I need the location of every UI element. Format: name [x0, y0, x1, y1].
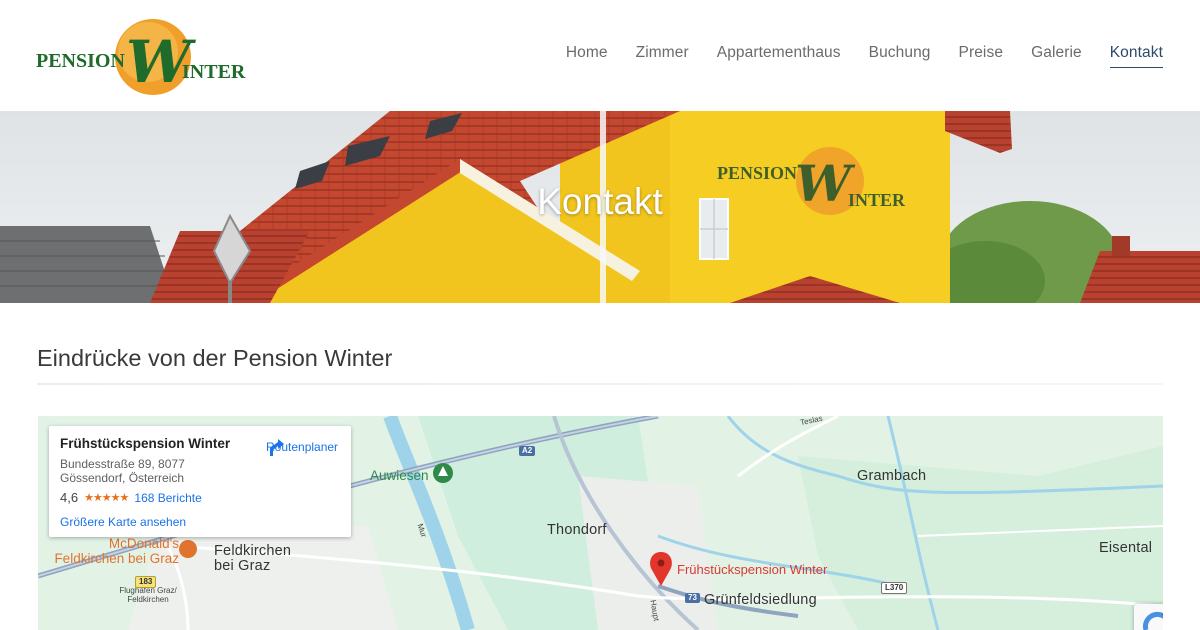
nav-kontakt[interactable]: Kontakt [1109, 44, 1163, 68]
svg-text:PENSION: PENSION [717, 163, 797, 183]
road-badge-l370: L370 [881, 582, 908, 594]
recaptcha-icon [1142, 611, 1163, 630]
nav-preise[interactable]: Preise [959, 44, 1004, 68]
larger-map-link[interactable]: Größere Karte ansehen [60, 515, 186, 529]
map-label-thondorf: Thondorf [547, 522, 607, 538]
logo-graphic: PENSION W INTER [36, 19, 246, 96]
road-badge-73: 73 [685, 593, 700, 603]
main-navigation: Home Zimmer Appartementhaus Buchung Prei… [566, 44, 1163, 68]
map-label-flughafen: Flughafen Graz/ Feldkirchen [119, 586, 177, 604]
map-label-auwiesen: Auwiesen [370, 468, 429, 483]
map-label-gruenfeldsiedlung: Grünfeldsiedlung [704, 592, 817, 608]
nav-buchung[interactable]: Buchung [869, 44, 931, 68]
map-info-card: Frühstückspension Winter Bundesstraße 89… [49, 426, 351, 537]
page-title: Kontakt [537, 181, 663, 222]
recaptcha-badge[interactable] [1134, 604, 1163, 630]
nav-home[interactable]: Home [566, 44, 608, 68]
directions-icon [270, 439, 284, 456]
map-label-mcdonalds: McDonald's Feldkirchen bei Graz [54, 536, 179, 566]
hero-banner: PENSION W INTER Kontakt [0, 111, 1200, 303]
directions-button[interactable]: Routenplaner [266, 437, 338, 456]
nav-galerie[interactable]: Galerie [1031, 44, 1082, 68]
rating-stars-icon: ★★★★★ [84, 492, 129, 504]
place-rating-row: 4,6 ★★★★★ 168 Berichte [60, 490, 340, 505]
road-badge-183: 183 [135, 576, 157, 588]
map-label-feldkirchen: Feldkirchen bei Graz [214, 543, 292, 574]
map-label-grambach: Grambach [857, 468, 927, 484]
svg-text:INTER: INTER [182, 61, 246, 83]
place-address: Bundesstraße 89, 8077 Gössendorf, Österr… [60, 457, 185, 485]
rating-value: 4,6 [60, 490, 79, 505]
google-map-embed[interactable]: Auwiesen Grambach Thondorf Eisental Feld… [38, 416, 1163, 630]
nav-appartementhaus[interactable]: Appartementhaus [717, 44, 841, 68]
pension-winter-logo[interactable]: PENSION W INTER [36, 16, 248, 98]
site-header: PENSION W INTER Home Zimmer Appartementh… [0, 0, 1200, 111]
section-heading: Eindrücke von der Pension Winter [37, 345, 393, 371]
map-label-eisental: Eisental [1099, 540, 1153, 556]
map-pin-label[interactable]: Frühstückspension Winter [677, 562, 827, 577]
svg-text:PENSION: PENSION [36, 50, 125, 72]
reviews-link[interactable]: 168 Berichte [134, 491, 201, 505]
nav-zimmer[interactable]: Zimmer [636, 44, 689, 68]
road-badge-a2: A2 [519, 446, 536, 456]
section-divider [37, 383, 1163, 385]
